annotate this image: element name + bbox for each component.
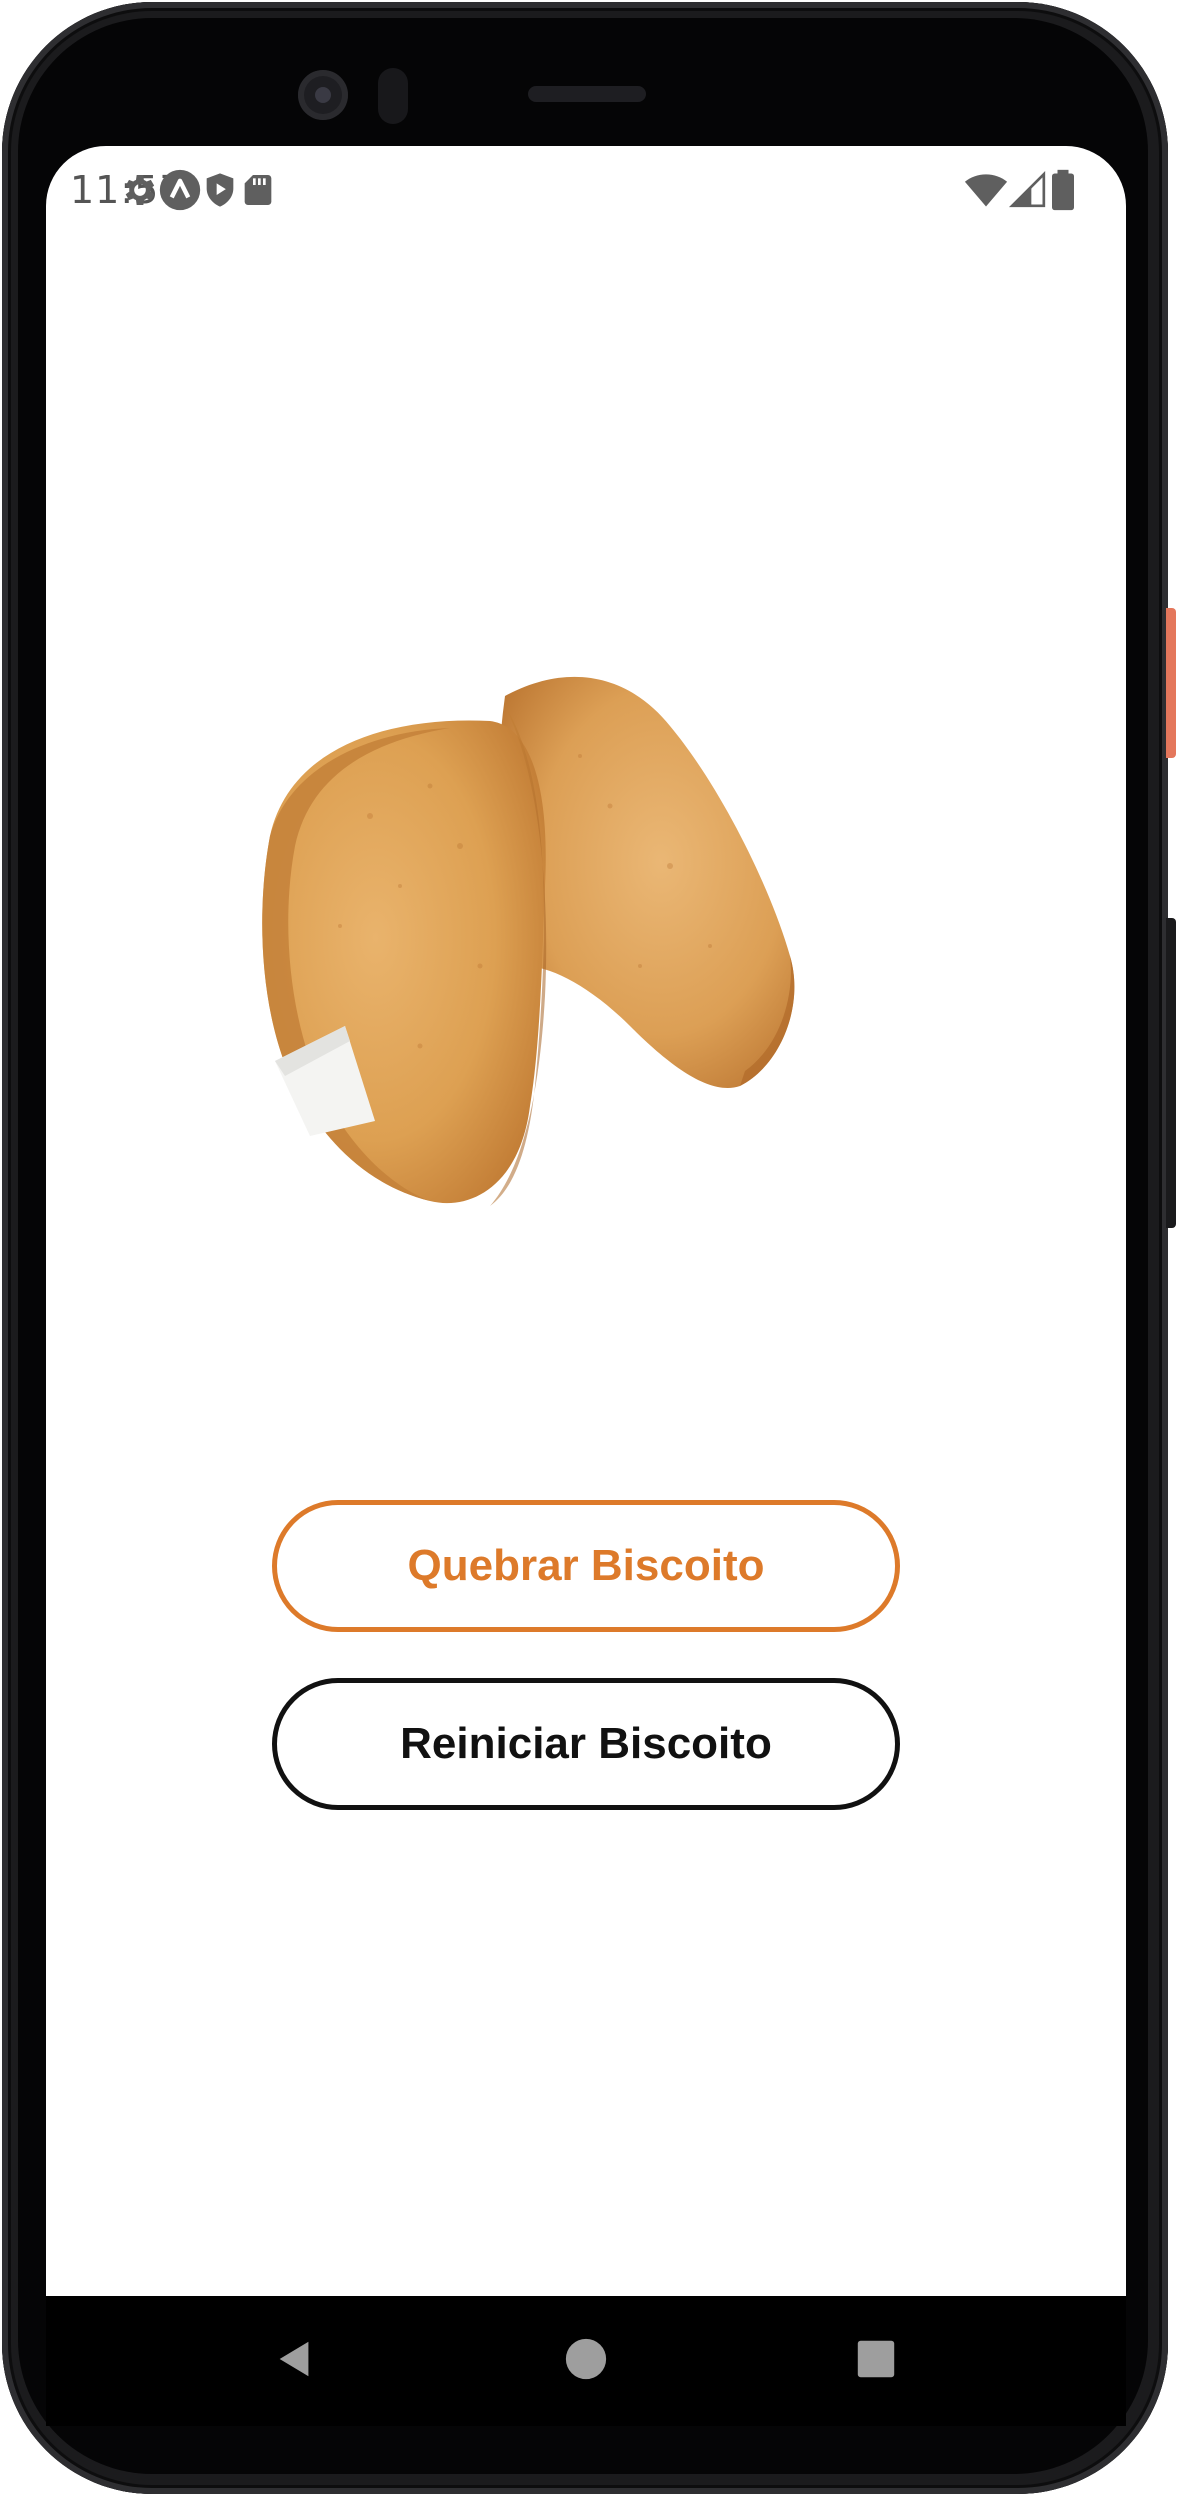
app-launcher-icon <box>159 169 201 211</box>
cellular-signal-icon <box>1008 170 1046 208</box>
app-screen: 11:57 Quebrar Biscoito Reiniciar Biscoit… <box>46 146 1126 2296</box>
sd-card-icon <box>244 175 272 205</box>
battery-icon <box>1052 169 1074 211</box>
status-bar: 11:57 <box>46 146 1126 236</box>
fortune-cookie-image <box>262 676 795 1206</box>
recents-icon[interactable] <box>853 2336 899 2382</box>
front-camera <box>298 70 348 120</box>
navigation-bar <box>46 2296 1126 2426</box>
home-icon[interactable] <box>563 2336 609 2382</box>
reset-cookie-label: Reiniciar Biscoito <box>400 1719 772 1768</box>
volume-button <box>1166 918 1176 1228</box>
proximity-sensor <box>378 68 408 124</box>
wifi-icon <box>964 174 1008 207</box>
break-cookie-label: Quebrar Biscoito <box>407 1541 765 1590</box>
back-icon[interactable] <box>272 2336 318 2382</box>
settings-icon <box>125 175 155 205</box>
reset-cookie-button[interactable]: Reiniciar Biscoito <box>272 1678 900 1810</box>
earpiece-speaker <box>528 86 646 102</box>
play-shield-icon <box>206 173 234 207</box>
break-cookie-button[interactable]: Quebrar Biscoito <box>272 1500 900 1632</box>
device-frame: 11:57 Quebrar Biscoito Reiniciar Biscoit… <box>0 0 1178 2498</box>
power-button <box>1166 608 1176 758</box>
